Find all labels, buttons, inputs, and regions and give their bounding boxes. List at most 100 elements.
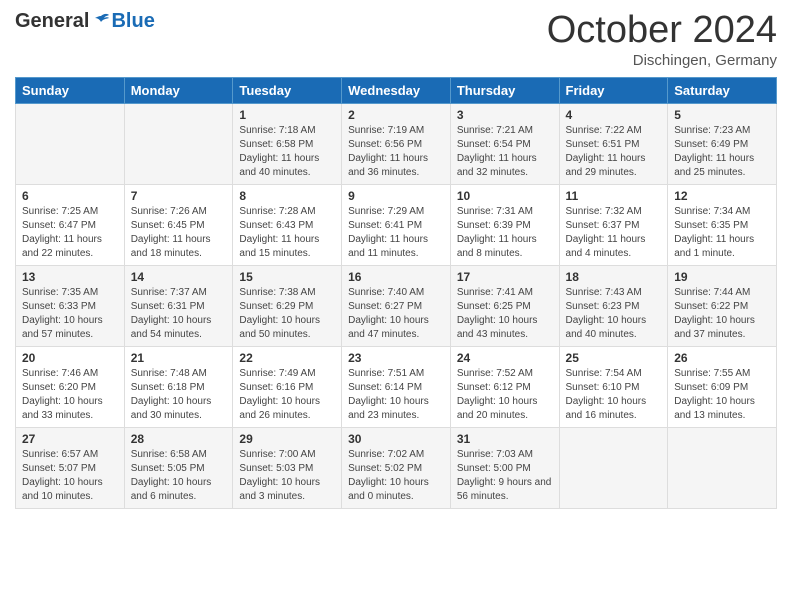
day-number: 18 xyxy=(566,270,662,284)
day-number: 3 xyxy=(457,108,553,122)
calendar-day-cell: 6 Sunrise: 7:25 AMSunset: 6:47 PMDaylight… xyxy=(16,184,125,265)
day-number: 6 xyxy=(22,189,118,203)
calendar-day-cell: 13 Sunrise: 7:35 AMSunset: 6:33 PMDayligh… xyxy=(16,265,125,346)
day-number: 13 xyxy=(22,270,118,284)
day-info: Sunrise: 7:49 AMSunset: 6:16 PMDaylight:… xyxy=(239,367,335,423)
day-of-week-header: Thursday xyxy=(450,77,559,103)
calendar-day-cell: 17 Sunrise: 7:41 AMSunset: 6:25 PMDayligh… xyxy=(450,265,559,346)
day-info: Sunrise: 7:51 AMSunset: 6:14 PMDaylight:… xyxy=(348,367,444,423)
calendar-day-cell: 25 Sunrise: 7:54 AMSunset: 6:10 PMDayligh… xyxy=(559,346,668,427)
calendar-day-cell: 27 Sunrise: 6:57 AMSunset: 5:07 PMDayligh… xyxy=(16,427,125,508)
calendar-day-cell: 28 Sunrise: 6:58 AMSunset: 5:05 PMDayligh… xyxy=(124,427,233,508)
title-block: October 2024 Dischingen, Germany xyxy=(547,10,777,69)
calendar-day-cell: 3 Sunrise: 7:21 AMSunset: 6:54 PMDaylight… xyxy=(450,103,559,184)
day-info: Sunrise: 7:35 AMSunset: 6:33 PMDaylight:… xyxy=(22,286,118,342)
day-info: Sunrise: 7:52 AMSunset: 6:12 PMDaylight:… xyxy=(457,367,553,423)
calendar-week-row: 27 Sunrise: 6:57 AMSunset: 5:07 PMDayligh… xyxy=(16,427,777,508)
day-info: Sunrise: 7:40 AMSunset: 6:27 PMDaylight:… xyxy=(348,286,444,342)
day-number: 5 xyxy=(674,108,770,122)
calendar-day-cell: 5 Sunrise: 7:23 AMSunset: 6:49 PMDaylight… xyxy=(668,103,777,184)
calendar-day-cell: 21 Sunrise: 7:48 AMSunset: 6:18 PMDayligh… xyxy=(124,346,233,427)
calendar-day-cell: 23 Sunrise: 7:51 AMSunset: 6:14 PMDayligh… xyxy=(342,346,451,427)
day-info: Sunrise: 7:48 AMSunset: 6:18 PMDaylight:… xyxy=(131,367,227,423)
day-info: Sunrise: 7:44 AMSunset: 6:22 PMDaylight:… xyxy=(674,286,770,342)
calendar-table: SundayMondayTuesdayWednesdayThursdayFrid… xyxy=(15,77,777,509)
day-number: 7 xyxy=(131,189,227,203)
day-number: 16 xyxy=(348,270,444,284)
day-number: 8 xyxy=(239,189,335,203)
calendar-day-cell: 22 Sunrise: 7:49 AMSunset: 6:16 PMDayligh… xyxy=(233,346,342,427)
day-number: 15 xyxy=(239,270,335,284)
calendar-day-cell: 15 Sunrise: 7:38 AMSunset: 6:29 PMDayligh… xyxy=(233,265,342,346)
calendar-day-cell: 14 Sunrise: 7:37 AMSunset: 6:31 PMDayligh… xyxy=(124,265,233,346)
logo-general-text: General xyxy=(15,10,89,33)
month-title: October 2024 xyxy=(547,10,777,52)
day-info: Sunrise: 7:19 AMSunset: 6:56 PMDaylight:… xyxy=(348,124,444,180)
day-info: Sunrise: 7:00 AMSunset: 5:03 PMDaylight:… xyxy=(239,448,335,504)
calendar-day-cell: 7 Sunrise: 7:26 AMSunset: 6:45 PMDaylight… xyxy=(124,184,233,265)
day-info: Sunrise: 7:25 AMSunset: 6:47 PMDaylight:… xyxy=(22,205,118,261)
day-info: Sunrise: 7:38 AMSunset: 6:29 PMDaylight:… xyxy=(239,286,335,342)
calendar-header-row: SundayMondayTuesdayWednesdayThursdayFrid… xyxy=(16,77,777,103)
calendar-week-row: 6 Sunrise: 7:25 AMSunset: 6:47 PMDaylight… xyxy=(16,184,777,265)
day-info: Sunrise: 7:02 AMSunset: 5:02 PMDaylight:… xyxy=(348,448,444,504)
day-info: Sunrise: 7:34 AMSunset: 6:35 PMDaylight:… xyxy=(674,205,770,261)
day-info: Sunrise: 7:32 AMSunset: 6:37 PMDaylight:… xyxy=(566,205,662,261)
calendar-day-cell: 16 Sunrise: 7:40 AMSunset: 6:27 PMDayligh… xyxy=(342,265,451,346)
day-of-week-header: Wednesday xyxy=(342,77,451,103)
calendar-day-cell: 20Sunrise: 7:46 AMSunset: 6:20 PMDayligh… xyxy=(16,346,125,427)
day-number: 31 xyxy=(457,432,553,446)
day-number: 22 xyxy=(239,351,335,365)
day-info: Sunrise: 7:37 AMSunset: 6:31 PMDaylight:… xyxy=(131,286,227,342)
day-info: Sunrise: 7:54 AMSunset: 6:10 PMDaylight:… xyxy=(566,367,662,423)
day-number: 23 xyxy=(348,351,444,365)
calendar-day-cell xyxy=(124,103,233,184)
day-number: 25 xyxy=(566,351,662,365)
day-number: 17 xyxy=(457,270,553,284)
day-info: Sunrise: 7:28 AMSunset: 6:43 PMDaylight:… xyxy=(239,205,335,261)
logo: General Blue xyxy=(15,10,155,33)
day-info: Sunrise: 7:41 AMSunset: 6:25 PMDaylight:… xyxy=(457,286,553,342)
day-info: Sunrise: 6:57 AMSunset: 5:07 PMDaylight:… xyxy=(22,448,118,504)
day-of-week-header: Tuesday xyxy=(233,77,342,103)
day-of-week-header: Monday xyxy=(124,77,233,103)
calendar-day-cell: 11Sunrise: 7:32 AMSunset: 6:37 PMDayligh… xyxy=(559,184,668,265)
calendar-day-cell: 12 Sunrise: 7:34 AMSunset: 6:35 PMDayligh… xyxy=(668,184,777,265)
calendar-week-row: 1Sunrise: 7:18 AMSunset: 6:58 PMDaylight… xyxy=(16,103,777,184)
day-number: 27 xyxy=(22,432,118,446)
day-number: 24 xyxy=(457,351,553,365)
day-of-week-header: Friday xyxy=(559,77,668,103)
day-info: Sunrise: 7:43 AMSunset: 6:23 PMDaylight:… xyxy=(566,286,662,342)
location-subtitle: Dischingen, Germany xyxy=(547,52,777,69)
day-number: 4 xyxy=(566,108,662,122)
calendar-week-row: 20Sunrise: 7:46 AMSunset: 6:20 PMDayligh… xyxy=(16,346,777,427)
day-number: 10 xyxy=(457,189,553,203)
day-number: 1 xyxy=(239,108,335,122)
day-info: Sunrise: 7:23 AMSunset: 6:49 PMDaylight:… xyxy=(674,124,770,180)
day-info: Sunrise: 7:26 AMSunset: 6:45 PMDaylight:… xyxy=(131,205,227,261)
calendar-header: General Blue October 2024 Dischingen, Ge… xyxy=(15,10,777,69)
day-number: 21 xyxy=(131,351,227,365)
day-number: 28 xyxy=(131,432,227,446)
day-info: Sunrise: 7:22 AMSunset: 6:51 PMDaylight:… xyxy=(566,124,662,180)
calendar-day-cell: 18 Sunrise: 7:43 AMSunset: 6:23 PMDayligh… xyxy=(559,265,668,346)
calendar-day-cell: 29Sunrise: 7:00 AMSunset: 5:03 PMDayligh… xyxy=(233,427,342,508)
day-of-week-header: Saturday xyxy=(668,77,777,103)
day-of-week-header: Sunday xyxy=(16,77,125,103)
day-number: 20 xyxy=(22,351,118,365)
day-number: 2 xyxy=(348,108,444,122)
calendar-day-cell: 10 Sunrise: 7:31 AMSunset: 6:39 PMDayligh… xyxy=(450,184,559,265)
calendar-day-cell: 2 Sunrise: 7:19 AMSunset: 6:56 PMDaylight… xyxy=(342,103,451,184)
day-info: Sunrise: 6:58 AMSunset: 5:05 PMDaylight:… xyxy=(131,448,227,504)
calendar-day-cell xyxy=(668,427,777,508)
day-info: Sunrise: 7:31 AMSunset: 6:39 PMDaylight:… xyxy=(457,205,553,261)
day-number: 14 xyxy=(131,270,227,284)
logo-bird-icon xyxy=(91,12,111,32)
calendar-day-cell: 31Sunrise: 7:03 AMSunset: 5:00 PMDayligh… xyxy=(450,427,559,508)
calendar-day-cell: 9Sunrise: 7:29 AMSunset: 6:41 PMDaylight… xyxy=(342,184,451,265)
logo-blue-text: Blue xyxy=(111,10,154,33)
calendar-day-cell: 8 Sunrise: 7:28 AMSunset: 6:43 PMDaylight… xyxy=(233,184,342,265)
day-info: Sunrise: 7:21 AMSunset: 6:54 PMDaylight:… xyxy=(457,124,553,180)
calendar-day-cell: 30Sunrise: 7:02 AMSunset: 5:02 PMDayligh… xyxy=(342,427,451,508)
day-number: 12 xyxy=(674,189,770,203)
